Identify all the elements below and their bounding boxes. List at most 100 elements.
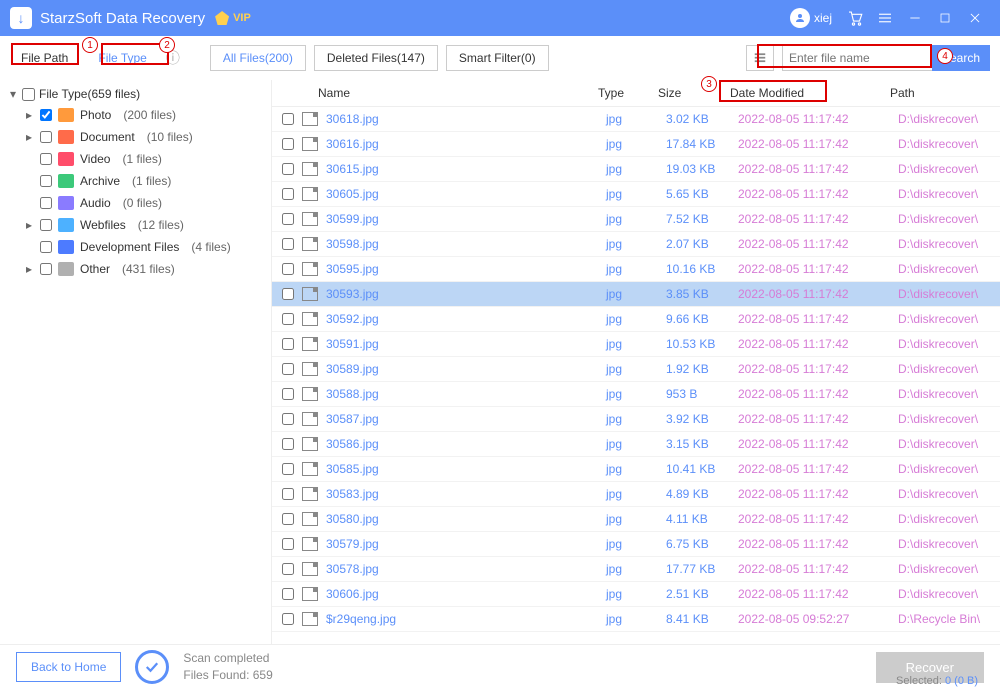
filter-all-files[interactable]: All Files(200) bbox=[210, 45, 306, 71]
sidebar-item-archive[interactable]: Archive (1 files) bbox=[4, 170, 271, 192]
header-date[interactable]: Date Modified bbox=[730, 86, 890, 100]
search-button[interactable]: Search bbox=[932, 45, 990, 71]
tab-file-type[interactable]: File Type bbox=[87, 45, 157, 71]
row-checkbox[interactable] bbox=[282, 488, 294, 500]
sidebar-item-audio[interactable]: Audio (0 files) bbox=[4, 192, 271, 214]
table-row[interactable]: 30578.jpg jpg 17.77 KB 2022-08-05 11:17:… bbox=[272, 557, 1000, 582]
item-checkbox[interactable] bbox=[40, 263, 52, 275]
cell-path: D:\diskrecover\ bbox=[898, 537, 990, 551]
header-type[interactable]: Type bbox=[598, 86, 658, 100]
table-row[interactable]: 30588.jpg jpg 953 B 2022-08-05 11:17:42 … bbox=[272, 382, 1000, 407]
file-icon bbox=[302, 612, 318, 626]
row-checkbox[interactable] bbox=[282, 388, 294, 400]
root-checkbox[interactable] bbox=[22, 88, 35, 101]
tree-root[interactable]: ▾ File Type(659 files) bbox=[4, 84, 271, 104]
table-row[interactable]: 30605.jpg jpg 5.65 KB 2022-08-05 11:17:4… bbox=[272, 182, 1000, 207]
header-name[interactable]: Name bbox=[318, 86, 598, 100]
minimize-button[interactable] bbox=[900, 0, 930, 36]
expand-icon[interactable]: ▸ bbox=[24, 218, 34, 232]
header-size[interactable]: Size bbox=[658, 86, 730, 100]
sidebar-item-video[interactable]: Video (1 files) bbox=[4, 148, 271, 170]
maximize-button[interactable] bbox=[930, 0, 960, 36]
row-checkbox[interactable] bbox=[282, 513, 294, 525]
table-row[interactable]: 30606.jpg jpg 2.51 KB 2022-08-05 11:17:4… bbox=[272, 582, 1000, 607]
table-row[interactable]: 30587.jpg jpg 3.92 KB 2022-08-05 11:17:4… bbox=[272, 407, 1000, 432]
cart-button[interactable] bbox=[840, 0, 870, 36]
row-checkbox[interactable] bbox=[282, 113, 294, 125]
sidebar-item-photo[interactable]: ▸ Photo (200 files) bbox=[4, 104, 271, 126]
row-checkbox[interactable] bbox=[282, 588, 294, 600]
row-checkbox[interactable] bbox=[282, 213, 294, 225]
table-row[interactable]: 30591.jpg jpg 10.53 KB 2022-08-05 11:17:… bbox=[272, 332, 1000, 357]
row-checkbox[interactable] bbox=[282, 563, 294, 575]
row-checkbox[interactable] bbox=[282, 263, 294, 275]
item-checkbox[interactable] bbox=[40, 197, 52, 209]
item-checkbox[interactable] bbox=[40, 219, 52, 231]
cell-size: 10.41 KB bbox=[666, 462, 738, 476]
cell-path: D:\diskrecover\ bbox=[898, 587, 990, 601]
collapse-icon[interactable]: ▾ bbox=[8, 87, 18, 101]
row-checkbox[interactable] bbox=[282, 538, 294, 550]
table-row[interactable]: 30589.jpg jpg 1.92 KB 2022-08-05 11:17:4… bbox=[272, 357, 1000, 382]
table-row[interactable]: 30580.jpg jpg 4.11 KB 2022-08-05 11:17:4… bbox=[272, 507, 1000, 532]
table-row[interactable]: 30595.jpg jpg 10.16 KB 2022-08-05 11:17:… bbox=[272, 257, 1000, 282]
row-checkbox[interactable] bbox=[282, 338, 294, 350]
header-path[interactable]: Path bbox=[890, 86, 990, 100]
user-account[interactable]: xiej bbox=[790, 8, 832, 28]
filter-deleted-files[interactable]: Deleted Files(147) bbox=[314, 45, 438, 71]
titlebar: ↓ StarzSoft Data Recovery VIP xiej bbox=[0, 0, 1000, 36]
cell-type: jpg bbox=[606, 312, 666, 326]
sidebar-item-other[interactable]: ▸ Other (431 files) bbox=[4, 258, 271, 280]
row-checkbox[interactable] bbox=[282, 288, 294, 300]
cell-date: 2022-08-05 11:17:42 bbox=[738, 287, 898, 301]
cell-date: 2022-08-05 11:17:42 bbox=[738, 362, 898, 376]
table-row[interactable]: 30616.jpg jpg 17.84 KB 2022-08-05 11:17:… bbox=[272, 132, 1000, 157]
search-input[interactable] bbox=[782, 45, 932, 71]
expand-icon[interactable]: ▸ bbox=[24, 262, 34, 276]
table-row[interactable]: 30586.jpg jpg 3.15 KB 2022-08-05 11:17:4… bbox=[272, 432, 1000, 457]
category-icon bbox=[58, 262, 74, 276]
expand-icon[interactable]: ▸ bbox=[24, 130, 34, 144]
item-checkbox[interactable] bbox=[40, 153, 52, 165]
table-row[interactable]: 30615.jpg jpg 19.03 KB 2022-08-05 11:17:… bbox=[272, 157, 1000, 182]
menu-button[interactable] bbox=[870, 0, 900, 36]
table-row[interactable]: 30618.jpg jpg 3.02 KB 2022-08-05 11:17:4… bbox=[272, 107, 1000, 132]
help-icon[interactable]: ⓘ bbox=[166, 48, 180, 68]
row-checkbox[interactable] bbox=[282, 313, 294, 325]
sidebar-item-document[interactable]: ▸ Document (10 files) bbox=[4, 126, 271, 148]
vip-badge[interactable]: VIP bbox=[215, 11, 251, 25]
filter-smart[interactable]: Smart Filter(0) bbox=[446, 45, 549, 71]
cell-date: 2022-08-05 11:17:42 bbox=[738, 412, 898, 426]
sidebar-item-webfiles[interactable]: ▸ Webfiles (12 files) bbox=[4, 214, 271, 236]
item-checkbox[interactable] bbox=[40, 241, 52, 253]
back-to-home-button[interactable]: Back to Home bbox=[16, 652, 121, 682]
row-checkbox[interactable] bbox=[282, 613, 294, 625]
row-checkbox[interactable] bbox=[282, 438, 294, 450]
row-checkbox[interactable] bbox=[282, 413, 294, 425]
category-icon bbox=[58, 130, 74, 144]
table-row[interactable]: $r29qeng.jpg jpg 8.41 KB 2022-08-05 09:5… bbox=[272, 607, 1000, 632]
item-checkbox[interactable] bbox=[40, 109, 52, 121]
row-checkbox[interactable] bbox=[282, 238, 294, 250]
row-checkbox[interactable] bbox=[282, 463, 294, 475]
close-button[interactable] bbox=[960, 0, 990, 36]
table-row[interactable]: 30583.jpg jpg 4.89 KB 2022-08-05 11:17:4… bbox=[272, 482, 1000, 507]
row-checkbox[interactable] bbox=[282, 363, 294, 375]
row-checkbox[interactable] bbox=[282, 138, 294, 150]
table-row[interactable]: 30585.jpg jpg 10.41 KB 2022-08-05 11:17:… bbox=[272, 457, 1000, 482]
table-row[interactable]: 30579.jpg jpg 6.75 KB 2022-08-05 11:17:4… bbox=[272, 532, 1000, 557]
table-row[interactable]: 30593.jpg jpg 3.85 KB 2022-08-05 11:17:4… bbox=[272, 282, 1000, 307]
table-row[interactable]: 30599.jpg jpg 7.52 KB 2022-08-05 11:17:4… bbox=[272, 207, 1000, 232]
table-body[interactable]: 30618.jpg jpg 3.02 KB 2022-08-05 11:17:4… bbox=[272, 107, 1000, 644]
item-checkbox[interactable] bbox=[40, 131, 52, 143]
row-checkbox[interactable] bbox=[282, 163, 294, 175]
table-row[interactable]: 30598.jpg jpg 2.07 KB 2022-08-05 11:17:4… bbox=[272, 232, 1000, 257]
view-mode-button[interactable] bbox=[746, 45, 774, 71]
expand-icon[interactable]: ▸ bbox=[24, 108, 34, 122]
item-checkbox[interactable] bbox=[40, 175, 52, 187]
file-icon bbox=[302, 312, 318, 326]
table-row[interactable]: 30592.jpg jpg 9.66 KB 2022-08-05 11:17:4… bbox=[272, 307, 1000, 332]
sidebar-item-development-files[interactable]: Development Files (4 files) bbox=[4, 236, 271, 258]
row-checkbox[interactable] bbox=[282, 188, 294, 200]
tab-file-path[interactable]: File Path bbox=[10, 45, 79, 71]
